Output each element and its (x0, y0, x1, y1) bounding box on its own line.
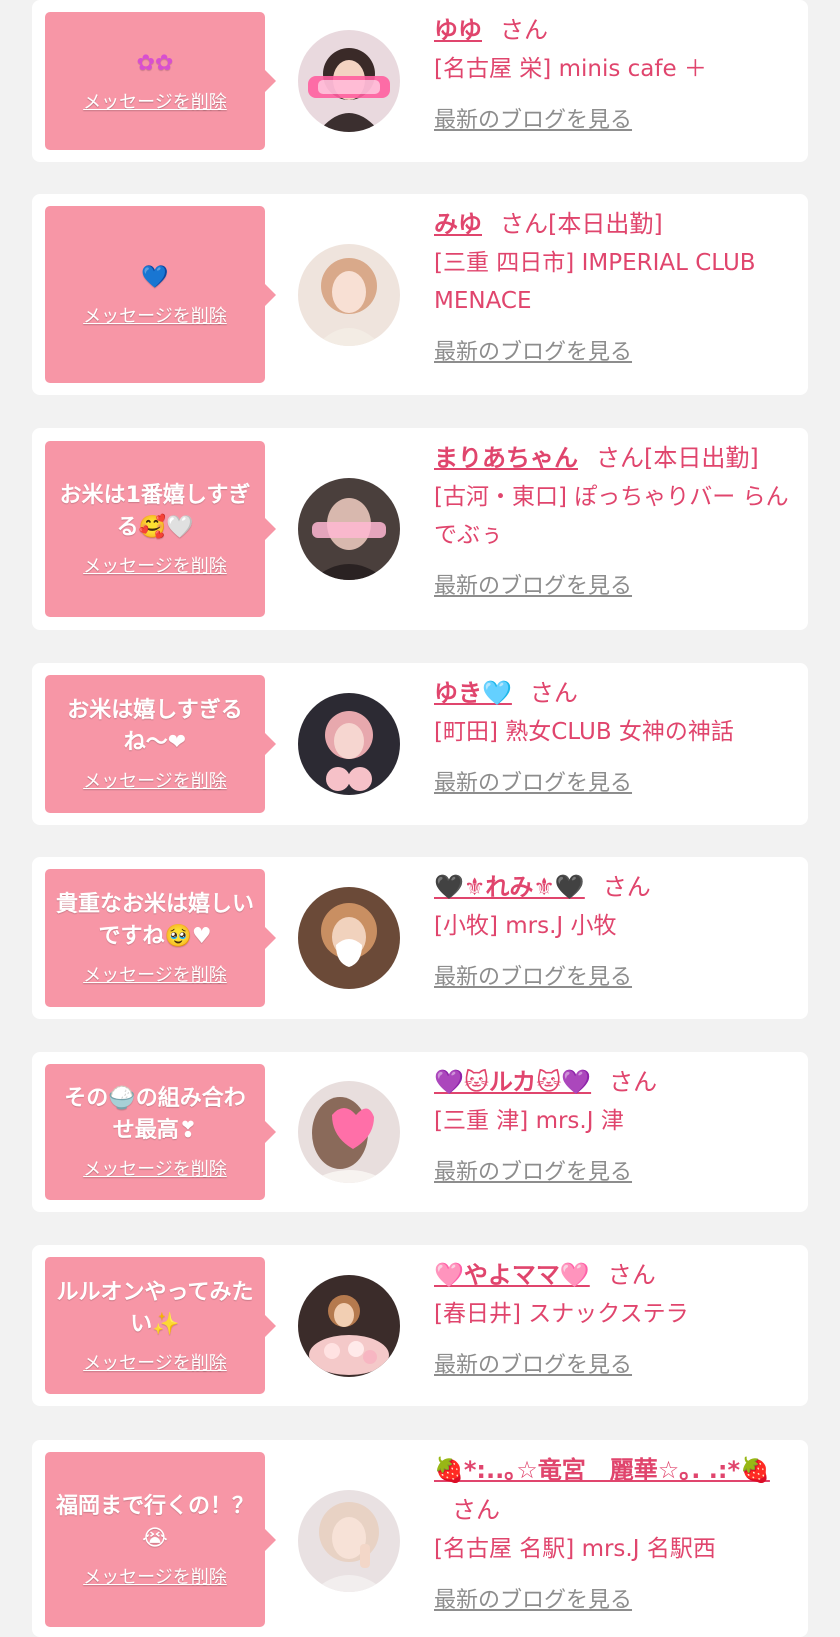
avatar[interactable] (298, 244, 400, 346)
avatar[interactable] (298, 1081, 400, 1183)
avatar[interactable] (298, 478, 400, 580)
delete-message-button[interactable]: メッセージを削除 (83, 552, 227, 578)
user-info: 🖤⚜れみ⚜🖤 さん [小牧] mrs.J 小牧 最新のブログを見る (434, 867, 790, 991)
shop-name: [名古屋 栄] minis cafe ＋ (434, 56, 707, 82)
message-card: お米は嬉しすぎるね〜❤ メッセージを削除 ゆき🩵 さん [町田] 熟女CLUB 女… (32, 663, 808, 825)
user-name-link[interactable]: みゆ (434, 210, 482, 238)
message-bubble: ✿✿ メッセージを削除 (45, 12, 276, 150)
user-info: みゆ さん[本日出勤] [三重 四日市] IMPERIAL CLUB MENACE… (434, 204, 790, 366)
user-info: 💜🐱ルカ🐱💜 さん [三重 津] mrs.J 津 最新のブログを見る (434, 1062, 790, 1186)
message-card: お米は1番嬉しすぎる🥰🤍 メッセージを削除 まりあちゃん さん[本日出勤] [古河… (32, 428, 808, 630)
user-info: ゆゆ さん [名古屋 栄] minis cafe ＋ 最新のブログを見る (434, 10, 790, 134)
latest-blog-link[interactable]: 最新のブログを見る (434, 334, 632, 366)
shop-name: [名古屋 名駅] mrs.J 名駅西 (434, 1536, 716, 1562)
message-text: 貴重なお米は嬉しいですね🥹♥ (55, 892, 254, 949)
name-line: みゆ さん[本日出勤] (434, 204, 790, 244)
user-info: まりあちゃん さん[本日出勤] [古河・東口] ぽっちゃりバー らんでぶぅ 最新の… (434, 438, 790, 600)
user-name-link[interactable]: まりあちゃん (434, 444, 578, 472)
message-text: ✿✿ (136, 51, 174, 76)
message-text: お米は嬉しすぎるね〜❤ (67, 698, 243, 755)
user-name-link[interactable]: 🖤⚜れみ⚜🖤 (434, 873, 585, 901)
message-bubble: 💙 メッセージを削除 (45, 206, 276, 383)
delete-message-button[interactable]: メッセージを削除 (83, 961, 227, 987)
honorific: さん (607, 1261, 656, 1289)
latest-blog-link[interactable]: 最新のブログを見る (434, 568, 632, 600)
message-card: 福岡まで行くの！？😭 メッセージを削除 🍓*:..｡☆竜宮 麗華☆｡. .:*🍓… (32, 1440, 808, 1637)
name-line: まりあちゃん さん[本日出勤] (434, 438, 790, 478)
message-text: 💙 (141, 264, 169, 290)
latest-blog-link[interactable]: 最新のブログを見る (434, 1154, 632, 1186)
name-line: 🖤⚜れみ⚜🖤 さん (434, 867, 790, 907)
message-card: ✿✿ メッセージを削除 ゆゆ さん [名古屋 栄] minis cafe ＋ 最新… (32, 0, 808, 162)
delete-message-button[interactable]: メッセージを削除 (83, 302, 227, 328)
honorific: さん (500, 16, 548, 44)
honorific: さん (602, 873, 651, 901)
latest-blog-link[interactable]: 最新のブログを見る (434, 1582, 632, 1614)
message-bubble: ルルオンやってみたい✨ メッセージを削除 (45, 1257, 276, 1394)
latest-blog-link[interactable]: 最新のブログを見る (434, 765, 632, 797)
message-bubble: 貴重なお米は嬉しいですね🥹♥ メッセージを削除 (45, 869, 276, 1007)
user-name-link[interactable]: 🍓*:..｡☆竜宮 麗華☆｡. .:*🍓 (434, 1456, 770, 1484)
name-line: 🩷やよママ🩷 さん (434, 1255, 790, 1295)
avatar[interactable] (298, 1275, 400, 1377)
message-card: その🍚の組み合わせ最高❣ メッセージを削除 💜🐱ルカ🐱💜 さん [三重 津] mr… (32, 1052, 808, 1212)
user-info: 🍓*:..｡☆竜宮 麗華☆｡. .:*🍓 さん [名古屋 名駅] mrs.J 名駅… (434, 1450, 790, 1614)
message-card: 貴重なお米は嬉しいですね🥹♥ メッセージを削除 🖤⚜れみ⚜🖤 さん [小牧] mr… (32, 857, 808, 1019)
avatar[interactable] (298, 887, 400, 989)
message-card: ルルオンやってみたい✨ メッセージを削除 🩷やよママ🩷 さん [春日井] スナック… (32, 1245, 808, 1406)
user-name-link[interactable]: ゆゆ (434, 16, 482, 44)
message-text: その🍚の組み合わせ最高❣ (64, 1086, 246, 1143)
message-bubble: お米は1番嬉しすぎる🥰🤍 メッセージを削除 (45, 441, 276, 617)
delete-message-button[interactable]: メッセージを削除 (83, 1563, 227, 1589)
avatar[interactable] (298, 1490, 400, 1592)
delete-message-button[interactable]: メッセージを削除 (83, 767, 227, 793)
user-info: ゆき🩵 さん [町田] 熟女CLUB 女神の神話 最新のブログを見る (434, 673, 790, 797)
message-bubble: 福岡まで行くの！？😭 メッセージを削除 (45, 1452, 276, 1627)
delete-message-button[interactable]: メッセージを削除 (83, 88, 227, 114)
user-name-link[interactable]: ゆき🩵 (434, 679, 512, 707)
message-text: ルルオンやってみたい✨ (56, 1279, 254, 1337)
avatar[interactable] (298, 693, 400, 795)
honorific: さん (609, 1068, 658, 1096)
name-line: 🍓*:..｡☆竜宮 麗華☆｡. .:*🍓 さん (434, 1450, 790, 1530)
honorific: さん (529, 679, 578, 707)
message-card: 💙 メッセージを削除 みゆ さん[本日出勤] [三重 四日市] IMPERIAL … (32, 194, 808, 395)
shop-name: [古河・東口] ぽっちゃりバー らんでぶぅ (434, 484, 789, 548)
delete-message-button[interactable]: メッセージを削除 (83, 1349, 227, 1375)
honorific: さん (596, 444, 644, 472)
message-text: 福岡まで行くの！？😭 (55, 1493, 254, 1551)
name-line: ゆき🩵 さん (434, 673, 790, 713)
shop-name: [春日井] スナックステラ (434, 1301, 689, 1327)
delete-message-button[interactable]: メッセージを削除 (83, 1155, 227, 1181)
shop-name: [三重 四日市] IMPERIAL CLUB MENACE (434, 250, 756, 314)
latest-blog-link[interactable]: 最新のブログを見る (434, 1347, 632, 1379)
attendance-status: [本日出勤] (548, 210, 663, 238)
user-name-link[interactable]: 🩷やよママ🩷 (434, 1261, 590, 1289)
message-bubble: その🍚の組み合わせ最高❣ メッセージを削除 (45, 1064, 276, 1200)
honorific: さん (452, 1496, 500, 1524)
message-bubble: お米は嬉しすぎるね〜❤ メッセージを削除 (45, 675, 276, 813)
honorific: さん (500, 210, 548, 238)
shop-name: [町田] 熟女CLUB 女神の神話 (434, 719, 734, 745)
latest-blog-link[interactable]: 最新のブログを見る (434, 102, 632, 134)
message-text: お米は1番嬉しすぎる🥰🤍 (59, 483, 251, 540)
shop-name: [三重 津] mrs.J 津 (434, 1108, 624, 1134)
avatar[interactable] (298, 30, 400, 132)
shop-name: [小牧] mrs.J 小牧 (434, 913, 617, 939)
attendance-status: [本日出勤] (644, 444, 759, 472)
user-info: 🩷やよママ🩷 さん [春日井] スナックステラ 最新のブログを見る (434, 1255, 790, 1379)
name-line: ゆゆ さん (434, 10, 790, 50)
name-line: 💜🐱ルカ🐱💜 さん (434, 1062, 790, 1102)
user-name-link[interactable]: 💜🐱ルカ🐱💜 (434, 1068, 591, 1096)
latest-blog-link[interactable]: 最新のブログを見る (434, 959, 632, 991)
